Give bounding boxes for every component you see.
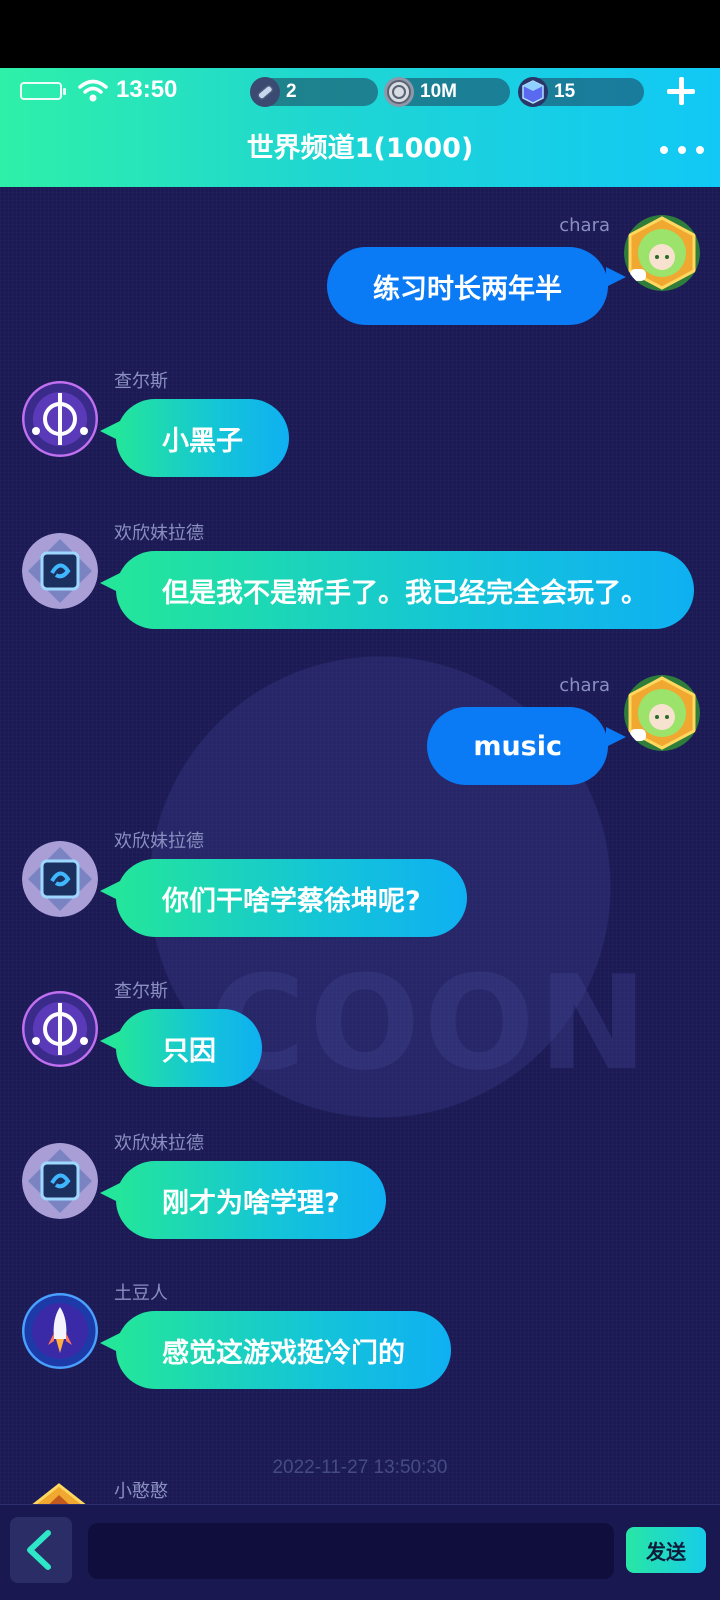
message-bubble[interactable]: 感觉这游戏挺冷门的 — [100, 1311, 451, 1389]
green-hair-girl-avatar[interactable] — [624, 675, 700, 751]
green-hair-girl-avatar[interactable] — [624, 215, 700, 291]
coin-counter[interactable]: 10M — [384, 77, 510, 107]
purple-emblem-avatar[interactable] — [22, 991, 98, 1067]
message-bubble[interactable]: 但是我不是新手了。我已经完全会玩了。 — [100, 551, 694, 629]
sender-name: 欢欣妹拉德 — [114, 523, 204, 544]
chevron-left-icon — [27, 1530, 51, 1570]
chat-message: 查尔斯 小黑子 — [0, 367, 720, 507]
message-bubble[interactable]: 刚才为啥学理? — [100, 1161, 386, 1239]
wifi-icon — [78, 79, 108, 102]
blue-swirl-avatar[interactable] — [22, 1143, 98, 1219]
sender-name: 土豆人 — [114, 1283, 168, 1304]
chat-message: chara 练习时长两年半 — [0, 215, 720, 355]
gem-value: 15 — [554, 81, 576, 102]
sender-name: 查尔斯 — [114, 981, 168, 1002]
chat-message: chara music — [0, 675, 720, 815]
sender-name: 欢欣妹拉德 — [114, 1133, 204, 1154]
more-dots-icon[interactable] — [660, 140, 704, 160]
message-bubble[interactable]: 练习时长两年半 — [327, 247, 626, 325]
chat-message: 查尔斯 只因 — [0, 977, 720, 1117]
chat-message: 土豆人 感觉这游戏挺冷门的 — [0, 1279, 720, 1419]
chat-message: 欢欣妹拉德 但是我不是新手了。我已经完全会玩了。 — [0, 519, 720, 659]
message-bubble[interactable]: 只因 — [100, 1009, 262, 1087]
status-bar: 13:50 2 10M 15 — [0, 68, 720, 116]
status-time: 13:50 — [116, 76, 178, 103]
chat-message: 欢欣妹拉德 刚才为啥学理? — [0, 1129, 720, 1269]
top-notch-area — [0, 0, 720, 68]
sender-name: chara — [559, 675, 610, 696]
chat-message: 欢欣妹拉德 你们干啥学蔡徐坤呢? — [0, 827, 720, 967]
blue-swirl-avatar[interactable] — [22, 841, 98, 917]
message-timestamp: 2022-11-27 13:50:30 — [272, 1457, 448, 1478]
sender-name: 小憨憨 — [114, 1481, 168, 1502]
sender-name: chara — [559, 215, 610, 236]
chat-list[interactable]: COON chara 练习时长两年半 查尔斯 小黑子 欢欣妹拉德 但是我不是新手… — [0, 187, 720, 1505]
coin-value: 10M — [420, 81, 457, 102]
blue-swirl-avatar[interactable] — [22, 533, 98, 609]
sender-name: 查尔斯 — [114, 371, 168, 392]
send-button[interactable]: 发送 — [626, 1527, 706, 1573]
message-input[interactable] — [88, 1523, 614, 1579]
stamina-counter[interactable]: 2 — [250, 77, 378, 107]
orange-house-avatar[interactable] — [24, 1483, 94, 1505]
sender-name: 欢欣妹拉德 — [114, 831, 204, 852]
purple-emblem-avatar[interactable] — [22, 381, 98, 457]
plus-icon[interactable] — [664, 74, 698, 108]
gem-cube-icon — [518, 77, 548, 107]
gem-counter[interactable]: 15 — [518, 77, 644, 107]
input-bar: 发送 — [0, 1504, 720, 1600]
message-bubble[interactable]: 你们干啥学蔡徐坤呢? — [100, 859, 467, 937]
message-bubble[interactable]: 小黑子 — [100, 399, 289, 477]
stamina-ticket-icon — [250, 77, 280, 107]
header: 13:50 2 10M 15 世界频道1(1000) — [0, 68, 720, 187]
channel-title: 世界频道1(1000) — [246, 133, 474, 164]
stamina-value: 2 — [286, 81, 297, 102]
battery-empty-icon — [20, 82, 66, 100]
rocket-avatar[interactable] — [22, 1293, 98, 1369]
back-button[interactable] — [10, 1517, 72, 1583]
coin-icon — [384, 77, 414, 107]
message-bubble[interactable]: music — [427, 707, 626, 785]
